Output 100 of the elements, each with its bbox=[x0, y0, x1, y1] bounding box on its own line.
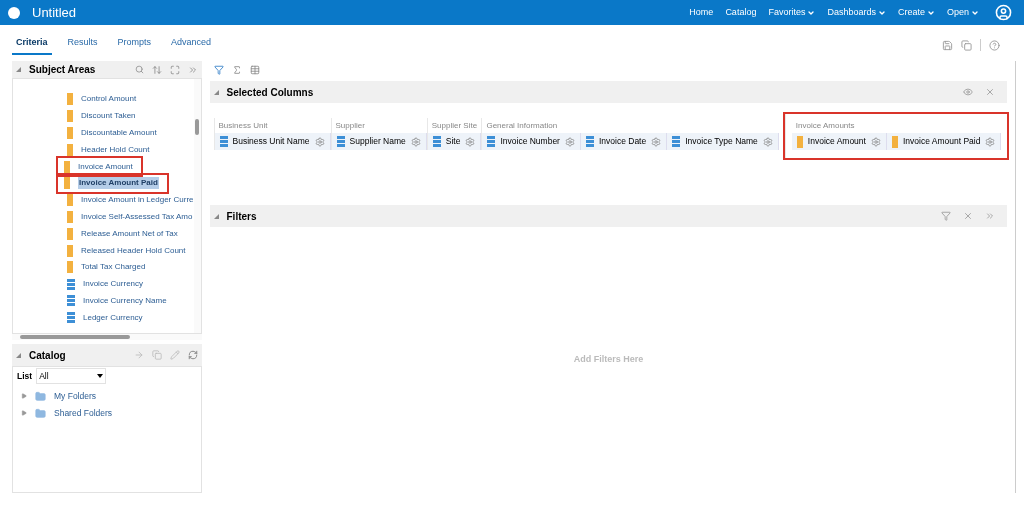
tree-item[interactable]: Released Header Hold Count bbox=[63, 242, 186, 259]
panel-title: Subject Areas bbox=[29, 63, 96, 77]
attribute-icon bbox=[336, 136, 345, 147]
expand-arrow-icon[interactable] bbox=[21, 393, 27, 399]
measure-icon bbox=[64, 177, 70, 190]
tree-item[interactable]: Invoice Amount bbox=[58, 158, 141, 175]
arrow-right-icon[interactable] bbox=[133, 350, 144, 360]
attribute-icon bbox=[487, 136, 496, 147]
nav-link[interactable]: Open bbox=[946, 5, 979, 20]
measure-icon bbox=[67, 93, 73, 106]
search-icon[interactable] bbox=[134, 65, 144, 74]
measure-icon bbox=[67, 194, 73, 207]
measure-icon bbox=[796, 135, 803, 148]
folder-item[interactable]: Shared Folders bbox=[21, 406, 201, 420]
list-label: List bbox=[17, 369, 33, 383]
attribute-icon bbox=[672, 136, 681, 147]
attribute-icon bbox=[67, 295, 75, 307]
tree-item[interactable]: Control Amount bbox=[63, 91, 137, 108]
tab[interactable]: Advanced bbox=[167, 35, 216, 55]
expand-arrow-icon[interactable] bbox=[21, 410, 27, 416]
filter-icon[interactable] bbox=[213, 64, 224, 75]
column-chip[interactable]: Site bbox=[427, 133, 482, 150]
group-title: General Information bbox=[485, 119, 559, 132]
column-chip[interactable]: Invoice Number bbox=[482, 133, 581, 150]
nav-link[interactable]: Favorites bbox=[768, 5, 816, 20]
empty-hint: Add Filters Here bbox=[573, 353, 644, 367]
nav-link[interactable]: Create bbox=[897, 5, 935, 20]
nav-link[interactable]: Catalog bbox=[725, 5, 757, 20]
list-dropdown[interactable]: All bbox=[36, 368, 107, 384]
measure-icon bbox=[64, 160, 70, 173]
gear-icon[interactable] bbox=[465, 136, 476, 147]
tree-item[interactable]: Discount Taken bbox=[63, 107, 136, 125]
attribute-icon bbox=[432, 136, 441, 147]
tab[interactable]: Results bbox=[63, 35, 102, 55]
tree-item[interactable]: Discountable Amount bbox=[63, 124, 157, 142]
chevrons-right-icon[interactable] bbox=[187, 64, 198, 75]
pencil-icon[interactable] bbox=[169, 350, 180, 360]
table-icon[interactable] bbox=[249, 64, 260, 75]
refresh-icon[interactable] bbox=[187, 350, 198, 360]
folder-item[interactable]: My Folders bbox=[21, 389, 201, 403]
tree-item[interactable]: Invoice Amount in Ledger Curre bbox=[63, 191, 194, 209]
tab[interactable]: Prompts bbox=[113, 35, 156, 55]
measure-icon bbox=[67, 110, 73, 123]
measure-icon bbox=[67, 127, 73, 139]
measure-icon bbox=[67, 244, 73, 257]
attribute-icon bbox=[585, 136, 594, 147]
column-chip[interactable]: Invoice Amount bbox=[791, 133, 887, 150]
group-title: Supplier Site bbox=[430, 119, 479, 132]
filter-icon[interactable] bbox=[941, 211, 952, 221]
nav-link[interactable]: Home bbox=[689, 5, 714, 20]
save-as-icon[interactable] bbox=[961, 39, 972, 51]
clear-icon[interactable] bbox=[963, 211, 974, 221]
user-avatar-icon[interactable] bbox=[995, 4, 1012, 21]
save-icon[interactable] bbox=[942, 39, 953, 51]
measure-icon bbox=[67, 227, 73, 240]
tree-item[interactable]: Invoice Currency Name bbox=[63, 292, 167, 310]
tree-item[interactable]: Ledger Currency bbox=[63, 309, 143, 327]
column-chip[interactable]: Invoice Type Name bbox=[667, 133, 779, 150]
gear-icon[interactable] bbox=[985, 136, 996, 147]
gear-icon[interactable] bbox=[870, 136, 881, 147]
column-chip[interactable]: Business Unit Name bbox=[214, 133, 331, 150]
folder-icon bbox=[35, 407, 46, 419]
group-title: Invoice Amounts bbox=[794, 119, 856, 132]
column-chip[interactable]: Invoice Date bbox=[580, 133, 668, 150]
collapse-triangle-icon[interactable] bbox=[16, 67, 21, 72]
collapse-triangle-icon[interactable] bbox=[213, 213, 219, 219]
attribute-icon bbox=[67, 312, 75, 324]
gear-icon[interactable] bbox=[314, 136, 325, 147]
tree-item[interactable]: Invoice Self-Assessed Tax Amo bbox=[63, 208, 193, 226]
attribute-icon bbox=[67, 278, 75, 290]
measure-icon bbox=[891, 135, 898, 148]
measure-icon bbox=[67, 261, 73, 274]
gear-icon[interactable] bbox=[564, 136, 575, 147]
collapse-triangle-icon[interactable] bbox=[16, 352, 21, 358]
group-title: Supplier bbox=[334, 119, 366, 132]
sort-icon[interactable] bbox=[151, 64, 162, 75]
gear-icon[interactable] bbox=[410, 136, 421, 147]
nav-link[interactable]: Dashboards bbox=[827, 5, 886, 20]
chevrons-right-icon[interactable] bbox=[985, 211, 996, 221]
measure-icon bbox=[67, 143, 73, 156]
copy-icon[interactable] bbox=[151, 350, 162, 360]
tree-item[interactable]: Release Amount Net of Tax bbox=[63, 225, 178, 243]
attribute-icon bbox=[219, 136, 228, 147]
collapse-triangle-icon[interactable] bbox=[213, 89, 219, 95]
gear-icon[interactable] bbox=[762, 136, 773, 147]
column-chip[interactable]: Invoice Amount Paid bbox=[886, 133, 1002, 150]
panel-title: Catalog bbox=[29, 348, 66, 363]
help-icon[interactable] bbox=[989, 39, 1000, 51]
expand-icon[interactable] bbox=[169, 64, 180, 75]
eye-icon[interactable] bbox=[963, 87, 974, 97]
tree-item[interactable]: Header Hold Count bbox=[63, 141, 150, 159]
tree-item[interactable]: Total Tax Charged bbox=[63, 258, 146, 276]
caret-icon bbox=[97, 374, 104, 378]
section-title: Selected Columns bbox=[226, 85, 314, 100]
gear-icon[interactable] bbox=[651, 136, 662, 147]
clear-icon[interactable] bbox=[985, 87, 996, 97]
tab[interactable]: Criteria bbox=[12, 35, 52, 55]
tree-item[interactable]: Invoice Currency bbox=[63, 275, 144, 293]
column-chip[interactable]: Supplier Name bbox=[331, 133, 427, 150]
sigma-icon[interactable] bbox=[231, 64, 242, 75]
